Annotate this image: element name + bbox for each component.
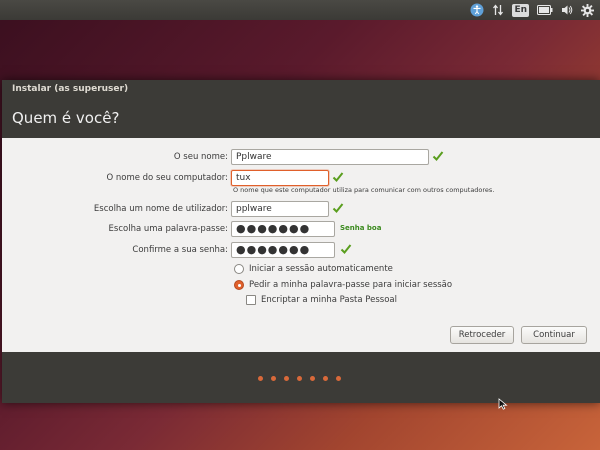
require-password-option[interactable]: Pedir a minha palavra-passe para iniciar… xyxy=(234,280,452,290)
password-label: Escolha uma palavra-passe: xyxy=(108,224,228,234)
top-panel: En xyxy=(0,0,600,20)
confirm-valid-check-icon xyxy=(340,244,352,254)
progress-dot xyxy=(297,376,302,381)
volume-icon[interactable] xyxy=(561,2,573,18)
name-label: O seu nome: xyxy=(173,152,228,162)
progress-dot xyxy=(323,376,328,381)
progress-dot xyxy=(258,376,263,381)
keyboard-language-icon[interactable]: En xyxy=(512,3,529,17)
progress-dot xyxy=(310,376,315,381)
confirm-password-input[interactable]: ●●●●●●● xyxy=(231,242,335,258)
battery-icon[interactable] xyxy=(537,2,553,18)
computer-valid-check-icon xyxy=(332,172,344,182)
back-button[interactable]: Retroceder xyxy=(450,326,514,344)
name-valid-check-icon xyxy=(432,151,444,161)
gear-icon[interactable] xyxy=(581,2,594,18)
username-row: Escolha um nome de utilizador: pplware xyxy=(0,200,598,218)
encrypt-home-label: Encriptar a minha Pasta Pessoal xyxy=(261,295,397,305)
confirm-row: Confirme a sua senha: ●●●●●●● xyxy=(0,241,598,259)
require-password-label: Pedir a minha palavra-passe para iniciar… xyxy=(249,280,453,290)
auto-login-radio[interactable] xyxy=(234,264,244,274)
progress-dot xyxy=(284,376,289,381)
username-valid-check-icon xyxy=(332,203,344,213)
progress-dot xyxy=(336,376,341,381)
computer-name-input[interactable]: tux xyxy=(231,170,329,186)
password-input[interactable]: ●●●●●●● xyxy=(231,221,335,237)
confirm-label: Confirme a sua senha: xyxy=(132,245,228,255)
auto-login-option[interactable]: Iniciar a sessão automaticamente xyxy=(234,264,393,274)
password-strength: Senha boa xyxy=(340,224,382,232)
network-icon[interactable] xyxy=(492,2,504,18)
name-input[interactable]: Pplware xyxy=(231,149,429,165)
encrypt-home-checkbox[interactable] xyxy=(246,295,256,305)
continue-button[interactable]: Continuar xyxy=(521,326,587,344)
page-title: Quem é você? xyxy=(2,98,600,138)
password-row: Escolha uma palavra-passe: ●●●●●●● xyxy=(0,220,598,238)
require-password-radio[interactable] xyxy=(234,280,244,290)
computer-label: O nome do seu computador: xyxy=(106,173,228,183)
window-title: Instalar (as superuser) xyxy=(2,80,600,98)
auto-login-label: Iniciar a sessão automaticamente xyxy=(249,264,393,274)
username-label: Escolha um nome de utilizador: xyxy=(93,204,228,214)
step-progress xyxy=(258,376,349,381)
encrypt-home-option[interactable]: Encriptar a minha Pasta Pessoal xyxy=(246,295,397,305)
mouse-cursor-icon xyxy=(498,398,508,410)
computer-name-hint: O nome que este computador utiliza para … xyxy=(233,186,495,194)
computer-row: O nome do seu computador: tux xyxy=(0,169,598,187)
accessibility-icon[interactable] xyxy=(470,2,484,18)
progress-dot xyxy=(271,376,276,381)
name-row: O seu nome: Pplware xyxy=(0,148,598,166)
username-input[interactable]: pplware xyxy=(231,201,329,217)
